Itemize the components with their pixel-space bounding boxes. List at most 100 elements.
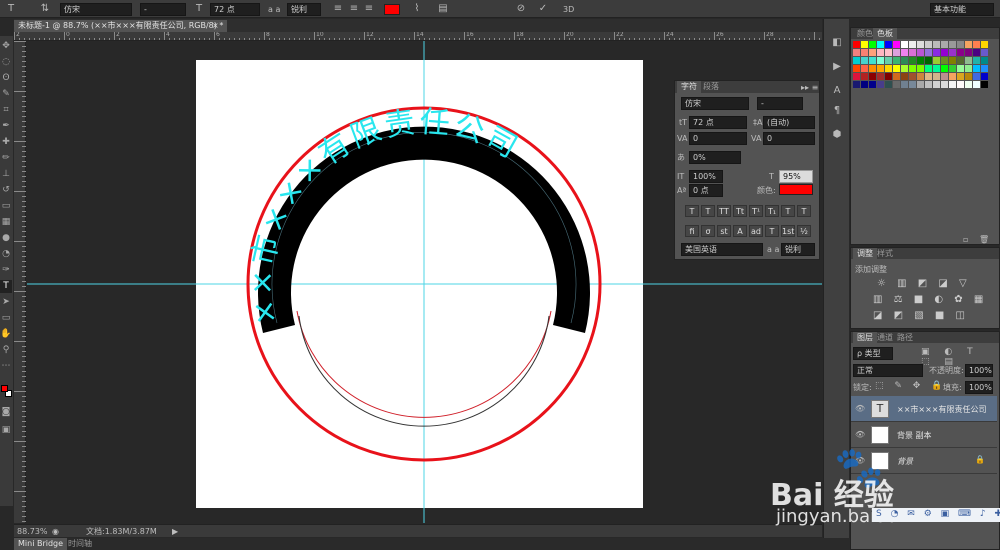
color-swatch[interactable] bbox=[981, 81, 988, 88]
color-swatch[interactable] bbox=[861, 41, 868, 48]
color-swatch[interactable] bbox=[965, 49, 972, 56]
timeline-tab[interactable]: 时间轴 bbox=[64, 538, 96, 550]
color-swatch[interactable] bbox=[909, 49, 916, 56]
gradient-tool-icon[interactable]: ▦ bbox=[0, 216, 12, 229]
char-aa-select[interactable]: 锐利 bbox=[781, 243, 815, 256]
healing-tool-icon[interactable]: ✚ bbox=[0, 136, 12, 149]
char-font-family-select[interactable]: 仿宋 bbox=[681, 97, 749, 110]
font-style-select[interactable]: - bbox=[140, 3, 186, 16]
color-swatch[interactable] bbox=[981, 57, 988, 64]
stamp-tool-icon[interactable]: ⊥ bbox=[0, 168, 12, 181]
color-swatch[interactable] bbox=[917, 65, 924, 72]
hand-tool-icon[interactable]: ✋ bbox=[0, 328, 12, 341]
color-swatch[interactable] bbox=[909, 73, 916, 80]
color-swatch[interactable] bbox=[877, 81, 884, 88]
char-font-style-select[interactable]: - bbox=[757, 97, 803, 110]
color-swatch[interactable] bbox=[917, 57, 924, 64]
edit-toolbar-icon[interactable]: ⋯ bbox=[0, 360, 12, 373]
type-tool-icon[interactable]: T bbox=[4, 3, 18, 15]
char-baseline-input[interactable]: 0 点 bbox=[689, 184, 723, 197]
color-swatch[interactable] bbox=[949, 65, 956, 72]
color-swatch[interactable] bbox=[981, 49, 988, 56]
color-swatch[interactable] bbox=[917, 73, 924, 80]
text-style-button[interactable]: Tt bbox=[733, 205, 747, 217]
color-swatch[interactable] bbox=[885, 49, 892, 56]
color-swatch[interactable] bbox=[949, 41, 956, 48]
foreground-color-swatch[interactable] bbox=[1, 385, 8, 392]
color-swatch[interactable] bbox=[925, 65, 932, 72]
color-swatch[interactable] bbox=[925, 57, 932, 64]
3d-panel-icon[interactable]: ⬢ bbox=[830, 129, 844, 141]
color-swatch[interactable] bbox=[853, 65, 860, 72]
char-leading-select[interactable]: (自动) bbox=[763, 116, 815, 129]
text-style-button[interactable]: TT bbox=[717, 205, 731, 217]
eraser-tool-icon[interactable]: ▭ bbox=[0, 200, 12, 213]
char-kerning-select[interactable]: 0 bbox=[689, 132, 747, 145]
font-size-select[interactable]: 72 点 bbox=[210, 3, 260, 16]
color-swatch[interactable] bbox=[901, 73, 908, 80]
color-swatch[interactable] bbox=[861, 65, 868, 72]
color-swatch[interactable] bbox=[965, 65, 972, 72]
color-swatch[interactable] bbox=[893, 73, 900, 80]
opentype-button[interactable]: σ bbox=[701, 225, 715, 237]
opentype-button[interactable]: 1st bbox=[781, 225, 795, 237]
text-orientation-icon[interactable]: ⇅ bbox=[38, 3, 52, 15]
color-swatch[interactable] bbox=[893, 65, 900, 72]
color-swatch[interactable] bbox=[853, 41, 860, 48]
color-swatch[interactable] bbox=[877, 65, 884, 72]
new-swatch-icon[interactable]: ▫ bbox=[963, 234, 968, 245]
color-swatch[interactable] bbox=[869, 65, 876, 72]
opentype-button[interactable]: fi bbox=[685, 225, 699, 237]
aa-mode-select[interactable]: 锐利 bbox=[287, 3, 321, 16]
color-swatch[interactable] bbox=[909, 65, 916, 72]
paragraph-panel-icon[interactable]: ¶ bbox=[830, 105, 844, 117]
layer-visibility-icon[interactable]: 👁 bbox=[855, 430, 865, 439]
color-swatch[interactable] bbox=[861, 49, 868, 56]
shape-tool-icon[interactable]: ▭ bbox=[0, 312, 12, 325]
color-swatch[interactable] bbox=[909, 41, 916, 48]
color-swatch[interactable] bbox=[901, 65, 908, 72]
opentype-button[interactable]: T bbox=[765, 225, 779, 237]
color-swatch[interactable] bbox=[933, 41, 940, 48]
color-swatch[interactable] bbox=[893, 57, 900, 64]
layer-name[interactable]: 背景 bbox=[897, 456, 913, 467]
color-swatch[interactable] bbox=[933, 57, 940, 64]
color-swatch[interactable] bbox=[965, 57, 972, 64]
layer-row-text[interactable]: 👁 T ××市×××有限责任公司 bbox=[851, 396, 997, 422]
crop-tool-icon[interactable]: ⌗ bbox=[0, 104, 12, 117]
fill-input[interactable]: 100% bbox=[965, 381, 993, 394]
align-center-icon[interactable]: ≡ bbox=[347, 3, 361, 15]
color-swatch[interactable] bbox=[885, 73, 892, 80]
opentype-button[interactable]: ½ bbox=[797, 225, 811, 237]
color-swatch[interactable] bbox=[861, 57, 868, 64]
color-swatch[interactable] bbox=[901, 49, 908, 56]
char-tracking-select[interactable]: 0 bbox=[763, 132, 815, 145]
color-swatch[interactable] bbox=[965, 41, 972, 48]
color-swatch[interactable] bbox=[869, 73, 876, 80]
panel-menu-icon[interactable]: ▸▸ ≡ bbox=[801, 82, 818, 93]
align-left-icon[interactable]: ≡ bbox=[331, 3, 345, 15]
color-swatch[interactable] bbox=[885, 57, 892, 64]
color-swatch[interactable] bbox=[853, 57, 860, 64]
document-tab[interactable]: 未标题-1 @ 88.7% (××市×××有限责任公司, RGB/8) * bbox=[14, 20, 228, 32]
color-swatch[interactable] bbox=[933, 65, 940, 72]
color-swatch[interactable] bbox=[941, 65, 948, 72]
lasso-tool-icon[interactable]: ʘ bbox=[0, 72, 12, 85]
zoom-readout[interactable]: 88.73% bbox=[17, 526, 48, 537]
color-swatch[interactable] bbox=[957, 73, 964, 80]
color-swatch[interactable] bbox=[877, 41, 884, 48]
zoom-tool-icon[interactable]: ⚲ bbox=[0, 344, 12, 357]
color-swatch[interactable] bbox=[893, 41, 900, 48]
color-swatch[interactable] bbox=[901, 81, 908, 88]
opacity-input[interactable]: 100% bbox=[965, 364, 993, 377]
color-swatch[interactable] bbox=[925, 81, 932, 88]
paths-tab[interactable]: 路径 bbox=[893, 332, 917, 344]
color-swatch[interactable] bbox=[869, 49, 876, 56]
char-scale-h-input[interactable]: 100% bbox=[689, 170, 723, 183]
color-swatch[interactable] bbox=[901, 41, 908, 48]
screen-mode-icon[interactable]: ▣ bbox=[0, 424, 12, 437]
color-swatch[interactable] bbox=[917, 41, 924, 48]
type-tool-active-icon[interactable]: T bbox=[0, 280, 12, 293]
close-tab-icon[interactable]: × bbox=[212, 21, 219, 30]
color-swatch[interactable] bbox=[853, 73, 860, 80]
